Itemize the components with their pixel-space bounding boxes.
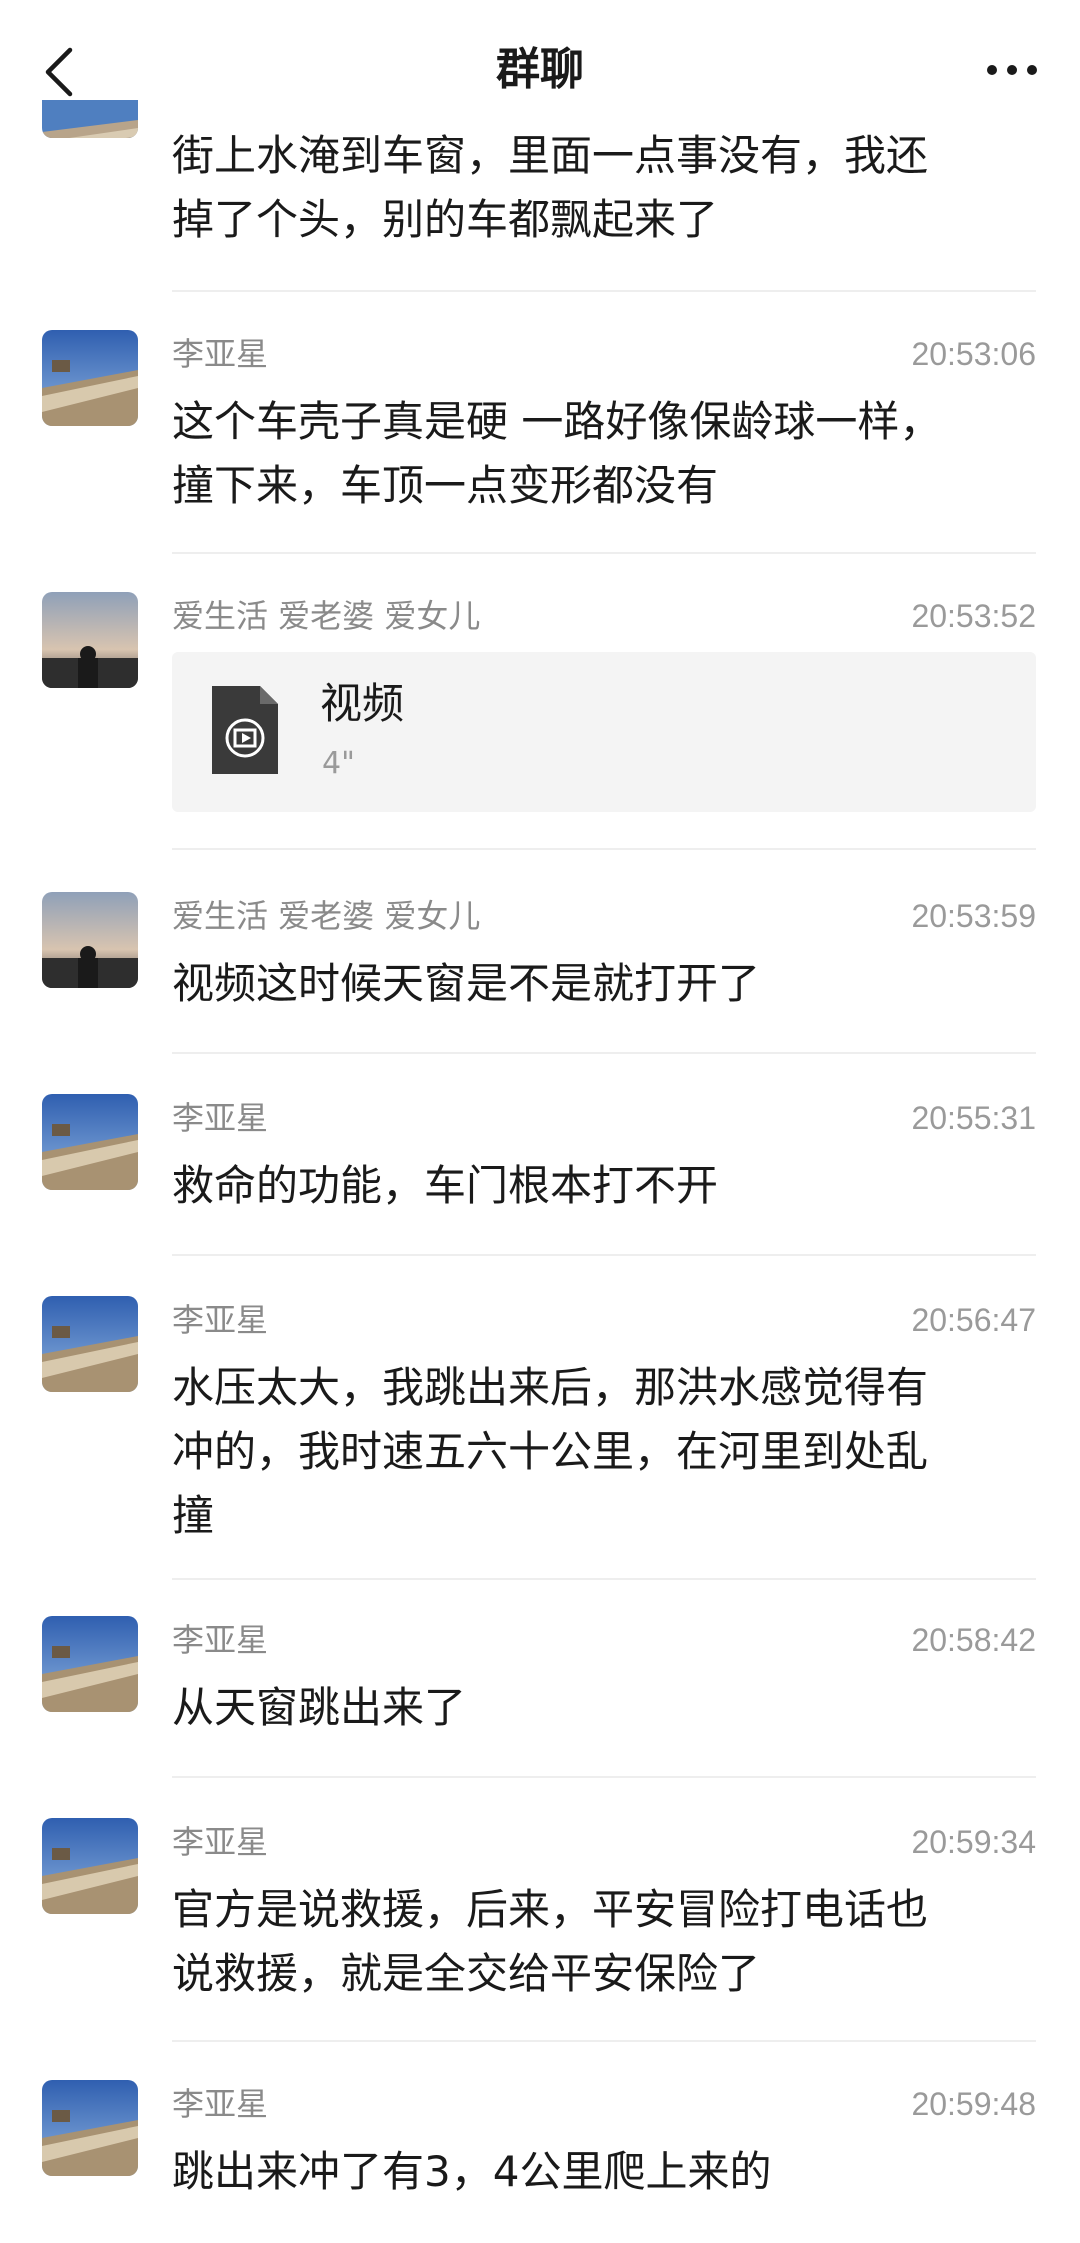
message-line: 水压太大，我跳出来后，那洪水感觉得有 <box>172 1363 929 1412</box>
top-bar: 群聊 <box>0 0 1080 140</box>
divider <box>172 1578 1036 1580</box>
message-line: 跳出来冲了有3，4公里爬上来的 <box>172 2147 772 2196</box>
message-time: 20:53:06 <box>911 336 1036 372</box>
divider <box>172 1254 1036 1256</box>
message-line: 掉了个头，别的车都飘起来了 <box>172 195 719 244</box>
message-text: 救命的功能，车门根本打不开 <box>172 1154 1032 1218</box>
sender-name: 李亚星 <box>172 1099 269 1137</box>
more-horizontal-icon <box>987 65 1037 75</box>
avatar[interactable] <box>42 1094 138 1190</box>
message-time: 20:59:48 <box>911 2086 1036 2122</box>
sender-name: 李亚星 <box>172 1621 269 1659</box>
file-name: 视频 <box>320 679 405 728</box>
avatar[interactable] <box>42 2080 138 2176</box>
message-line: 街上水淹到车窗，里面一点事没有，我还 <box>172 131 929 180</box>
sender-name: 李亚星 <box>172 2085 269 2123</box>
avatar[interactable] <box>42 1616 138 1712</box>
video-file-icon <box>208 682 282 778</box>
message-text: 视频这时候天窗是不是就打开了 <box>172 952 1032 1016</box>
message-time: 20:55:31 <box>911 1100 1036 1136</box>
city-wall-avatar-image <box>42 330 138 426</box>
avatar[interactable] <box>42 1296 138 1392</box>
message-line: 这个车壳子真是硬 一路好像保龄球一样， <box>172 397 942 446</box>
city-wall-avatar-image <box>42 1094 138 1190</box>
page-title: 群聊 <box>496 44 584 95</box>
message-text: 水压太大，我跳出来后，那洪水感觉得有 冲的，我时速五六十公里，在河里到处乱 撞 <box>172 1356 1032 1548</box>
city-wall-avatar-image <box>42 1818 138 1914</box>
message-time: 20:53:59 <box>911 898 1036 934</box>
sender-name: 李亚星 <box>172 335 269 373</box>
message-time: 20:58:42 <box>911 1622 1036 1658</box>
message-text: 从天窗跳出来了 <box>172 1676 1032 1740</box>
more-button[interactable] <box>984 60 1040 80</box>
city-wall-avatar-image <box>42 1296 138 1392</box>
message-line: 说救援，就是全交给平安保险了 <box>172 1949 761 1998</box>
message-line: 救命的功能，车门根本打不开 <box>172 1161 719 1210</box>
divider <box>172 552 1036 554</box>
file-duration: 4" <box>322 746 355 781</box>
message-time: 20:53:52 <box>911 598 1036 634</box>
message-line: 撞 <box>172 1491 215 1540</box>
message-line: 官方是说救援，后来，平安冒险打电话也 <box>172 1885 929 1934</box>
message-line: 撞下来，车顶一点变形都没有 <box>172 461 719 510</box>
divider <box>172 1052 1036 1054</box>
message-line: 冲的，我时速五六十公里，在河里到处乱 <box>172 1427 929 1476</box>
sender-name: 爱生活 爱老婆 爱女儿 <box>172 897 481 935</box>
message-text: 街上水淹到车窗，里面一点事没有，我还 掉了个头，别的车都飘起来了 <box>172 124 1032 252</box>
message-time: 20:56:47 <box>911 1302 1036 1338</box>
avatar[interactable] <box>42 1818 138 1914</box>
divider <box>172 1776 1036 1778</box>
city-wall-avatar-image <box>42 1616 138 1712</box>
sender-name: 爱生活 爱老婆 爱女儿 <box>172 597 481 635</box>
message-text: 这个车壳子真是硬 一路好像保龄球一样， 撞下来，车顶一点变形都没有 <box>172 390 1032 518</box>
avatar[interactable] <box>42 330 138 426</box>
avatar[interactable] <box>42 892 138 988</box>
divider <box>172 290 1036 292</box>
message-line: 从天窗跳出来了 <box>172 1683 467 1732</box>
sender-name: 李亚星 <box>172 1301 269 1339</box>
sender-name: 李亚星 <box>172 1823 269 1861</box>
video-attachment[interactable]: 视频 4" <box>172 652 1036 812</box>
divider <box>172 2040 1036 2042</box>
message-text: 官方是说救援，后来，平安冒险打电话也 说救援，就是全交给平安保险了 <box>172 1878 1032 2006</box>
message-line: 视频这时候天窗是不是就打开了 <box>172 959 761 1008</box>
sunset-avatar-image <box>42 892 138 988</box>
sunset-avatar-image <box>42 592 138 688</box>
divider <box>172 848 1036 850</box>
city-wall-avatar-image <box>42 2080 138 2176</box>
message-time: 20:59:34 <box>911 1824 1036 1860</box>
message-text: 跳出来冲了有3，4公里爬上来的 <box>172 2140 1032 2204</box>
avatar[interactable] <box>42 592 138 688</box>
